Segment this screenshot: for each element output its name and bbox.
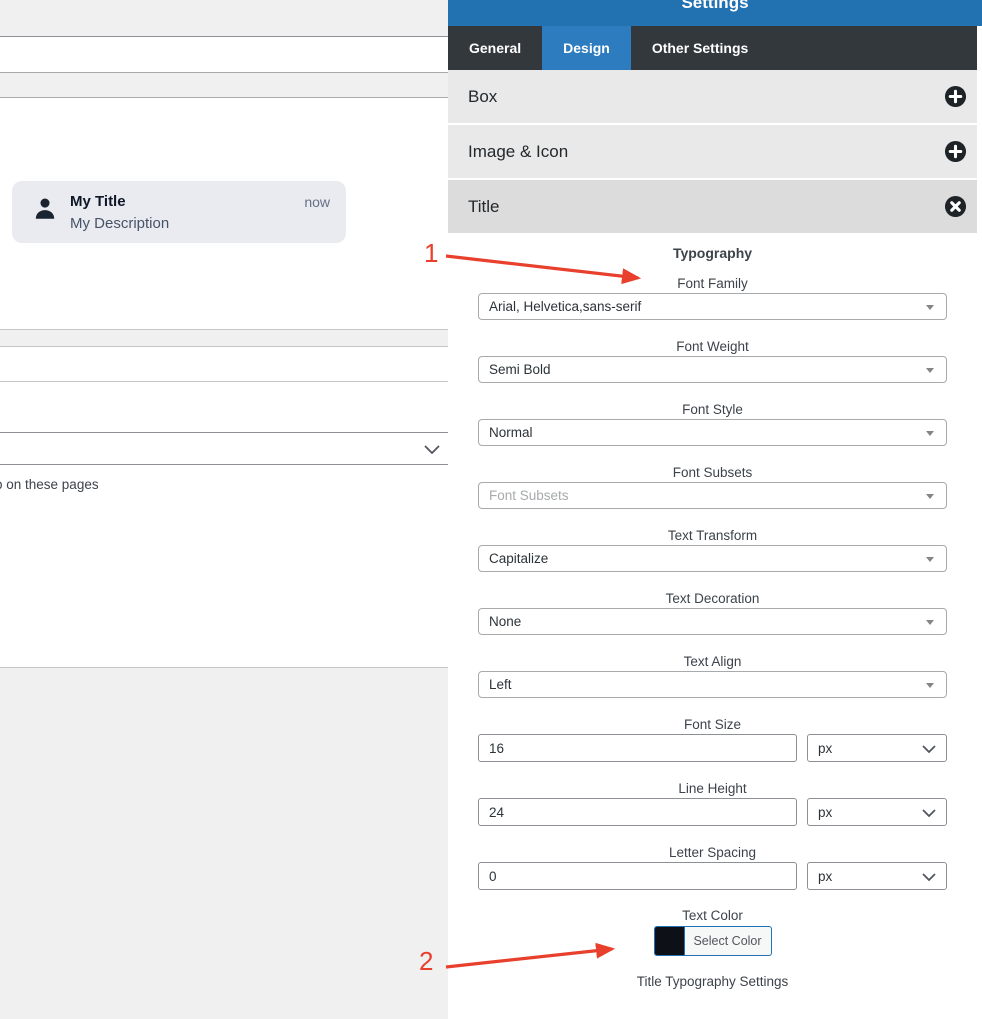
accordion-image-icon[interactable]: Image & Icon: [448, 125, 977, 178]
plus-circle-icon[interactable]: [944, 85, 967, 108]
font-size-unit-select[interactable]: px: [807, 734, 947, 762]
title-typography-settings-text: Title Typography Settings: [636, 974, 789, 989]
text-transform-label: Text Transform: [667, 528, 758, 543]
accordion-title[interactable]: Title: [448, 180, 977, 233]
font-weight-label: Font Weight: [676, 339, 749, 354]
typography-heading: Typography: [672, 245, 753, 261]
notification-time: now: [304, 194, 330, 210]
text-align-label: Text Align: [683, 654, 742, 669]
line-height-label: Line Height: [678, 781, 747, 796]
settings-modal: Settings General Design Other Settings B…: [448, 0, 982, 1019]
modal-scroll-area[interactable]: Box Image & Icon Title Typography Font F…: [448, 70, 977, 1019]
letter-spacing-label: Letter Spacing: [668, 845, 757, 860]
text-align-select[interactable]: Left: [478, 671, 947, 698]
font-style-label: Font Style: [682, 402, 743, 417]
accordion-title-label: Title: [468, 196, 500, 216]
background-page: My Title now My Description o on these p…: [0, 0, 448, 1019]
tab-general[interactable]: General: [448, 26, 542, 70]
close-circle-icon[interactable]: [944, 195, 967, 218]
page-divider-band: [0, 329, 448, 347]
font-weight-value: Semi Bold: [489, 362, 551, 377]
accordion-image-icon-label: Image & Icon: [468, 141, 569, 161]
letter-spacing-input[interactable]: [478, 862, 797, 890]
text-decoration-label: Text Decoration: [665, 591, 760, 606]
line-height-input[interactable]: [478, 798, 797, 826]
chevron-down-icon: [424, 445, 440, 454]
font-size-unit-value: px: [818, 740, 833, 756]
font-weight-select[interactable]: Semi Bold: [478, 356, 947, 383]
page-footer-band: [0, 667, 448, 1019]
page-divider-line: [0, 381, 448, 382]
font-style-value: Normal: [489, 425, 533, 440]
text-transform-value: Capitalize: [489, 551, 549, 566]
color-swatch: [654, 927, 685, 955]
select-color-button-label: Select Color: [693, 934, 762, 948]
text-color-picker-button[interactable]: Select Color: [653, 926, 772, 956]
font-family-label: Font Family: [677, 276, 748, 291]
modal-title: Settings: [681, 0, 749, 12]
page-toolbar-band: [0, 0, 448, 37]
font-subsets-placeholder: Font Subsets: [489, 488, 569, 503]
text-align-value: Left: [489, 677, 512, 692]
accordion-box[interactable]: Box: [448, 70, 977, 123]
font-family-value: Arial, Helvetica,sans-serif: [489, 299, 642, 314]
page-dropdown[interactable]: [0, 432, 448, 465]
line-height-unit-select[interactable]: px: [807, 798, 947, 826]
notification-description: My Description: [70, 215, 170, 232]
accordion-box-label: Box: [468, 86, 498, 106]
person-icon: [35, 198, 55, 219]
title-settings-panel: Typography Font Family Arial, Helvetica,…: [448, 245, 977, 989]
line-height-unit-value: px: [818, 804, 833, 820]
font-subsets-select[interactable]: Font Subsets: [478, 482, 947, 509]
font-size-label: Font Size: [683, 717, 742, 732]
tab-bar: General Design Other Settings: [448, 26, 977, 70]
letter-spacing-unit-select[interactable]: px: [807, 862, 947, 890]
tab-other-settings[interactable]: Other Settings: [631, 26, 769, 70]
letter-spacing-unit-value: px: [818, 868, 833, 884]
notification-preview-card: My Title now My Description: [12, 181, 346, 243]
screen: My Title now My Description o on these p…: [0, 0, 982, 1019]
font-family-select[interactable]: Arial, Helvetica,sans-serif: [478, 293, 947, 320]
font-style-select[interactable]: Normal: [478, 419, 947, 446]
font-subsets-label: Font Subsets: [672, 465, 753, 480]
chevron-down-icon: [922, 809, 936, 817]
chevron-down-icon: [922, 745, 936, 753]
text-decoration-select[interactable]: None: [478, 608, 947, 635]
notification-title: My Title: [70, 193, 126, 210]
page-section-band: [0, 72, 448, 98]
text-transform-select[interactable]: Capitalize: [478, 545, 947, 572]
plus-circle-icon[interactable]: [944, 140, 967, 163]
tab-design[interactable]: Design: [542, 26, 631, 70]
modal-header: Settings: [448, 0, 982, 26]
text-color-label: Text Color: [682, 908, 743, 923]
font-size-input[interactable]: [478, 734, 797, 762]
page-help-text: o on these pages: [0, 477, 99, 492]
text-decoration-value: None: [489, 614, 522, 629]
chevron-down-icon: [922, 873, 936, 881]
